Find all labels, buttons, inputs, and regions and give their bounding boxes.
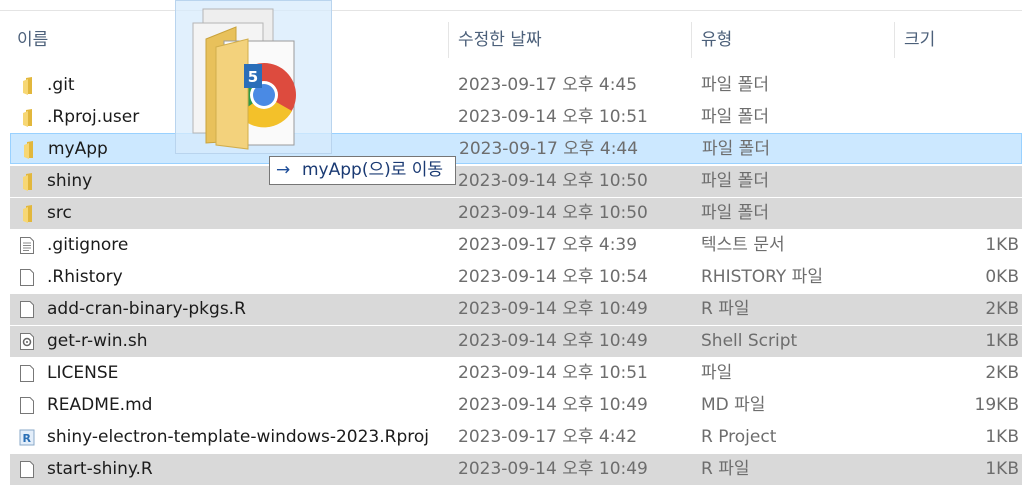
file-name: myApp [48, 139, 108, 159]
file-name: add-cran-binary-pkgs.R [47, 299, 246, 319]
arrow-right-icon: → [276, 160, 291, 180]
list-item[interactable]: get-r-win.sh 2023-09-14 오후 10:49 Shell S… [10, 326, 1022, 357]
file-name: .Rhistory [47, 267, 123, 287]
file-date: 2023-09-17 오후 4:42 [458, 427, 638, 447]
file-date: 2023-09-14 오후 10:49 [458, 395, 648, 415]
column-header-type[interactable]: 유형 [701, 22, 732, 58]
file-date: 2023-09-14 오후 10:51 [458, 107, 648, 127]
file-name: .git [47, 75, 75, 95]
drag-count: 5 [248, 68, 258, 86]
file-name: LICENSE [47, 363, 119, 383]
file-type: RHISTORY 파일 [701, 267, 823, 287]
dragged-files-icon: 5 [192, 8, 296, 150]
folder-icon [23, 205, 32, 223]
list-item[interactable]: .Rhistory 2023-09-14 오후 10:54 RHISTORY 파… [10, 262, 1022, 293]
file-date: 2023-09-14 오후 10:49 [458, 299, 648, 319]
file-type: 파일 폴더 [702, 139, 770, 159]
file-icon [20, 365, 34, 382]
drop-tooltip-text: myApp(으)로 이동 [302, 160, 444, 180]
list-item[interactable]: add-cran-binary-pkgs.R 2023-09-14 오후 10:… [10, 294, 1022, 325]
list-item[interactable]: LICENSE 2023-09-14 오후 10:51 파일 2KB [10, 358, 1022, 389]
file-date: 2023-09-14 오후 10:50 [458, 203, 648, 223]
column-header: 이름 수정한 날짜 유형 크기 [0, 22, 1022, 58]
column-header-date[interactable]: 수정한 날짜 [458, 22, 542, 58]
file-date: 2023-09-17 오후 4:44 [459, 139, 639, 159]
file-name: shiny-electron-template-windows-2023.Rpr… [47, 427, 429, 447]
file-type: R Project [701, 427, 777, 447]
list-item[interactable]: R shiny-electron-template-windows-2023.R… [10, 422, 1022, 453]
file-type: 파일 폴더 [701, 107, 769, 127]
list-item[interactable]: README.md 2023-09-14 오후 10:49 MD 파일 19KB [10, 390, 1022, 421]
file-icon [20, 397, 34, 414]
file-icon [20, 461, 34, 478]
file-size: 19KB [974, 395, 1019, 415]
file-name: src [47, 203, 72, 223]
file-size: 2KB [985, 299, 1019, 319]
list-item[interactable]: .Rproj.user 2023-09-14 오후 10:51 파일 폴더 [10, 102, 1022, 133]
list-item[interactable]: .git 2023-09-17 오후 4:45 파일 폴더 [10, 70, 1022, 101]
list-item[interactable]: start-shiny.R 2023-09-14 오후 10:49 R 파일 1… [10, 454, 1022, 485]
file-date: 2023-09-14 오후 10:51 [458, 363, 648, 383]
file-size: 1KB [985, 235, 1019, 255]
column-divider[interactable] [894, 22, 895, 58]
file-name: .gitignore [47, 235, 129, 255]
file-type: R 파일 [701, 459, 750, 479]
folder-icon [23, 173, 32, 191]
file-type: 파일 [701, 363, 733, 383]
file-type: Shell Script [701, 331, 798, 351]
folder-icon [23, 109, 32, 127]
file-size: 0KB [985, 267, 1019, 287]
column-header-name[interactable]: 이름 [17, 22, 48, 58]
file-size: 1KB [985, 331, 1019, 351]
file-type: R 파일 [701, 299, 750, 319]
r-project-icon: R [19, 429, 35, 446]
file-size: 1KB [985, 427, 1019, 447]
file-name: README.md [47, 395, 153, 415]
file-type: 텍스트 문서 [701, 235, 785, 255]
file-size: 1KB [985, 459, 1019, 479]
file-type: 파일 폴더 [701, 203, 769, 223]
file-icon [20, 301, 34, 318]
folder-icon [23, 77, 32, 95]
file-type: MD 파일 [701, 395, 766, 415]
column-divider[interactable] [691, 22, 692, 58]
list-item[interactable]: .gitignore 2023-09-17 오후 4:39 텍스트 문서 1KB [10, 230, 1022, 261]
list-item[interactable]: myApp 2023-09-17 오후 4:44 파일 폴더 [10, 133, 1022, 164]
file-date: 2023-09-14 오후 10:49 [458, 459, 648, 479]
column-header-size[interactable]: 크기 [904, 22, 935, 58]
file-date: 2023-09-14 오후 10:49 [458, 331, 648, 351]
file-type: 파일 폴더 [701, 171, 769, 191]
folder-icon [24, 141, 33, 159]
file-date: 2023-09-17 오후 4:39 [458, 235, 638, 255]
list-item[interactable]: src 2023-09-14 오후 10:50 파일 폴더 [10, 198, 1022, 229]
text-file-icon [20, 237, 34, 254]
file-date: 2023-09-14 오후 10:54 [458, 267, 648, 287]
drag-preview: 5 [175, 0, 332, 154]
toolbar-divider [0, 0, 1022, 11]
file-name: get-r-win.sh [47, 331, 148, 351]
file-date: 2023-09-14 오후 10:50 [458, 171, 648, 191]
file-name: .Rproj.user [47, 107, 140, 127]
svg-text:R: R [23, 432, 32, 445]
file-name: start-shiny.R [47, 459, 153, 479]
column-divider[interactable] [448, 22, 449, 58]
file-icon [20, 269, 34, 286]
file-size: 2KB [985, 363, 1019, 383]
file-name: shiny [47, 171, 93, 191]
file-type: 파일 폴더 [701, 75, 769, 95]
drop-tooltip: → myApp(으)로 이동 [269, 156, 456, 185]
file-date: 2023-09-17 오후 4:45 [458, 75, 638, 95]
list-item[interactable]: shiny 2023-09-14 오후 10:50 파일 폴더 [10, 166, 1022, 197]
shell-script-icon [20, 333, 34, 350]
